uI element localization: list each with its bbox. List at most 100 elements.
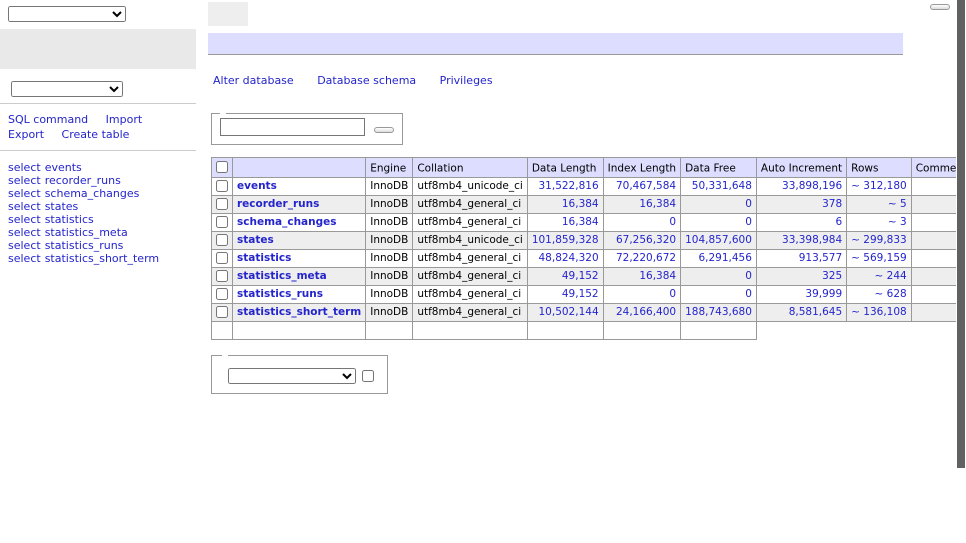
overwrite-option[interactable] [362, 370, 377, 382]
table-name-link[interactable]: recorder_runs [45, 174, 121, 187]
data-free-link[interactable]: 104,857,600 [685, 234, 752, 246]
data-length-link[interactable]: 31,522,816 [532, 180, 599, 192]
table-name-link[interactable]: statistics_runs [45, 239, 124, 252]
table-row: states InnoDB utf8mb4_unicode_ci 101,859… [212, 231, 966, 249]
table-name-link[interactable]: recorder_runs [237, 198, 319, 210]
rows-link[interactable]: ~ 312,180 [851, 180, 907, 192]
table-name-link[interactable]: events [237, 180, 277, 192]
action-link[interactable]: Alter database [213, 74, 294, 87]
search-button[interactable] [374, 127, 394, 133]
index-length-link[interactable]: 67,256,320 [608, 234, 676, 246]
rows-link[interactable]: ~ 569,159 [851, 252, 907, 264]
table-name-link[interactable]: states [237, 234, 274, 246]
row-checkbox[interactable] [216, 306, 228, 318]
auto-increment-link[interactable]: 39,999 [761, 288, 842, 300]
index-length-link[interactable]: 16,384 [608, 198, 676, 210]
table-name-cell: recorder_runs [233, 195, 366, 213]
auto-increment-link[interactable]: 8,581,645 [761, 306, 842, 318]
data-length-link[interactable]: 48,824,320 [532, 252, 599, 264]
data-free-link[interactable]: 188,743,680 [685, 306, 752, 318]
index-length-link[interactable]: 16,384 [608, 270, 676, 282]
table-name-link[interactable]: statistics_short_term [237, 306, 361, 318]
rows-link[interactable]: ~ 628 [851, 288, 907, 300]
select-link[interactable]: select [8, 161, 41, 174]
index-length-link[interactable]: 72,220,672 [608, 252, 676, 264]
data-length-cell: 49,152 [527, 267, 603, 285]
auto-increment-cell: 8,581,645 [756, 303, 846, 321]
auto-increment-link[interactable]: 325 [761, 270, 842, 282]
auto-increment-link[interactable]: 913,577 [761, 252, 842, 264]
logout-button[interactable] [930, 4, 950, 10]
table-name-link[interactable]: statistics [237, 252, 291, 264]
table-name-link[interactable]: events [45, 161, 82, 174]
index-length-link[interactable]: 70,467,584 [608, 180, 676, 192]
data-length-link[interactable]: 49,152 [532, 270, 599, 282]
move-database-select[interactable] [228, 368, 356, 384]
row-checkbox[interactable] [216, 180, 228, 192]
data-length-link[interactable]: 49,152 [532, 288, 599, 300]
scrollbar-thumb[interactable] [957, 0, 965, 468]
row-checkbox[interactable] [216, 252, 228, 264]
row-checkbox[interactable] [216, 198, 228, 210]
index-length-link[interactable]: 0 [608, 216, 676, 228]
rows-link[interactable]: ~ 136,108 [851, 306, 907, 318]
data-free-link[interactable]: 0 [685, 216, 752, 228]
index-length-link[interactable]: 0 [608, 288, 676, 300]
data-length-link[interactable]: 16,384 [532, 216, 599, 228]
select-link[interactable]: select [8, 187, 41, 200]
rows-link[interactable]: ~ 3 [851, 216, 907, 228]
row-checkbox-cell [212, 303, 233, 321]
data-length-cell: 49,152 [527, 285, 603, 303]
table-name-link[interactable]: states [45, 200, 79, 213]
auto-increment-link[interactable]: 6 [761, 216, 842, 228]
row-checkbox[interactable] [216, 288, 228, 300]
row-checkbox[interactable] [216, 270, 228, 282]
rows-link[interactable]: ~ 299,833 [851, 234, 907, 246]
sidebar-actions: SQL command Import Export Create table [0, 104, 196, 151]
db-select[interactable] [11, 81, 123, 97]
index-length-link[interactable]: 24,166,400 [608, 306, 676, 318]
sidebar-action-link[interactable]: Import [106, 113, 143, 126]
table-row: statistics_runs InnoDB utf8mb4_general_c… [212, 285, 966, 303]
select-all-checkbox[interactable] [216, 161, 228, 173]
data-length-link[interactable]: 101,859,328 [532, 234, 599, 246]
move-row [222, 368, 377, 384]
data-free-link[interactable]: 0 [685, 270, 752, 282]
data-length-link[interactable]: 10,502,144 [532, 306, 599, 318]
table-name-link[interactable]: statistics_meta [237, 270, 327, 282]
sidebar-action-link[interactable]: SQL command [8, 113, 88, 126]
data-free-link[interactable]: 50,331,648 [685, 180, 752, 192]
row-checkbox[interactable] [216, 216, 228, 228]
table-name-link[interactable]: schema_changes [237, 216, 337, 228]
data-length-link[interactable]: 16,384 [532, 198, 599, 210]
action-link[interactable]: Privileges [440, 74, 493, 87]
select-link[interactable]: select [8, 174, 41, 187]
data-free-link[interactable]: 0 [685, 288, 752, 300]
sidebar-action-link[interactable]: Export [8, 128, 44, 141]
rows-link[interactable]: ~ 244 [851, 270, 907, 282]
search-input[interactable] [220, 118, 365, 136]
auto-increment-link[interactable]: 33,898,196 [761, 180, 842, 192]
auto-increment-link[interactable]: 378 [761, 198, 842, 210]
language-select[interactable] [8, 6, 126, 22]
row-checkbox[interactable] [216, 234, 228, 246]
index-length-cell: 24,166,400 [603, 303, 680, 321]
select-all-cell [212, 158, 233, 178]
table-name-link[interactable]: statistics [45, 213, 94, 226]
select-link[interactable]: select [8, 200, 41, 213]
data-free-link[interactable]: 0 [685, 198, 752, 210]
sidebar-action-link[interactable]: Create table [62, 128, 130, 141]
select-link[interactable]: select [8, 239, 41, 252]
select-link[interactable]: select [8, 252, 41, 265]
rows-link[interactable]: ~ 5 [851, 198, 907, 210]
select-link[interactable]: select [8, 226, 41, 239]
select-link[interactable]: select [8, 213, 41, 226]
table-name-link[interactable]: statistics_short_term [45, 252, 159, 265]
table-name-link[interactable]: statistics_meta [45, 226, 128, 239]
auto-increment-link[interactable]: 33,398,984 [761, 234, 842, 246]
overwrite-checkbox[interactable] [362, 370, 374, 382]
data-free-link[interactable]: 6,291,456 [685, 252, 752, 264]
table-name-link[interactable]: statistics_runs [237, 288, 323, 300]
action-link[interactable]: Database schema [317, 74, 416, 87]
table-name-link[interactable]: schema_changes [45, 187, 140, 200]
